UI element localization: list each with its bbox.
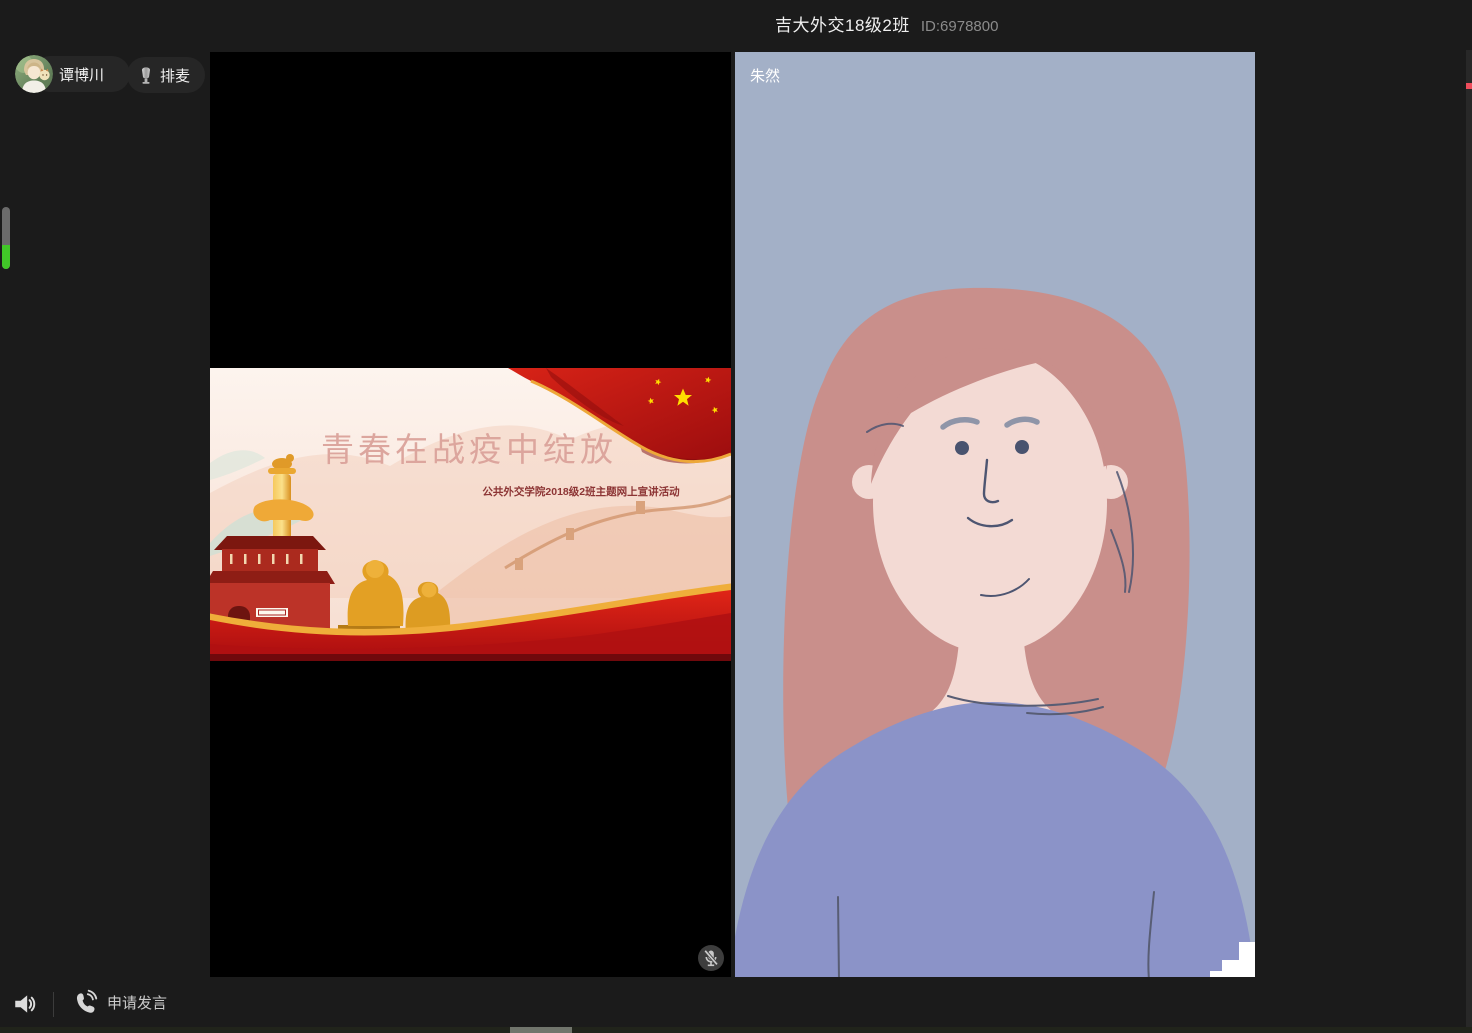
banner-subtitle: 公共外交学院2018级2班主题网上宣讲活动 — [482, 485, 680, 498]
mic-icon — [139, 65, 153, 85]
request-speak-label: 申请发言 — [107, 992, 167, 1013]
volume-meter-level — [2, 245, 10, 269]
titlebar: 吉大外交18级2班 ID:6978800 — [775, 11, 998, 36]
mic-muted-indicator — [698, 945, 724, 971]
horizontal-scrollbar-thumb[interactable] — [510, 1027, 572, 1033]
speaker-button[interactable] — [12, 991, 40, 1017]
vertical-scrollbar[interactable] — [1466, 50, 1472, 1033]
presentation-banner: 青春在战疫中绽放 公共外交学院2018级2班主题网上宣讲活动 — [210, 368, 731, 661]
bottom-bar-divider — [53, 992, 54, 1017]
room-id: ID:6978800 — [921, 18, 999, 35]
scroll-notification-marker — [1466, 83, 1472, 89]
participant-name-label: 朱然 — [750, 65, 780, 86]
request-speak-button[interactable]: 申请发言 — [72, 989, 167, 1015]
banner-title: 青春在战疫中绽放 — [321, 430, 617, 469]
camera-video: 朱然 — [735, 52, 1255, 977]
page-title: 吉大外交18级2班 — [775, 11, 910, 36]
presentation-video: 青春在战疫中绽放 公共外交学院2018级2班主题网上宣讲活动 — [210, 52, 731, 977]
phone-call-icon — [72, 989, 98, 1015]
meeting-window: 吉大外交18级2班 ID:6978800 — [0, 0, 1472, 1033]
participant-illustration — [735, 52, 1255, 977]
avatar — [15, 55, 53, 93]
horizontal-scrollbar[interactable] — [0, 1027, 1472, 1033]
bottom-bar: 申请发言 — [0, 977, 1472, 1027]
avatar-image — [15, 55, 53, 93]
member-name: 谭博川 — [59, 64, 104, 85]
mic-queue-label: 排麦 — [160, 65, 190, 86]
mic-queue-button[interactable]: 排麦 — [127, 57, 205, 93]
signal-steps-icon — [1210, 942, 1255, 977]
volume-meter[interactable] — [2, 207, 10, 269]
mic-muted-icon — [698, 945, 724, 971]
speaker-icon — [12, 991, 38, 1017]
